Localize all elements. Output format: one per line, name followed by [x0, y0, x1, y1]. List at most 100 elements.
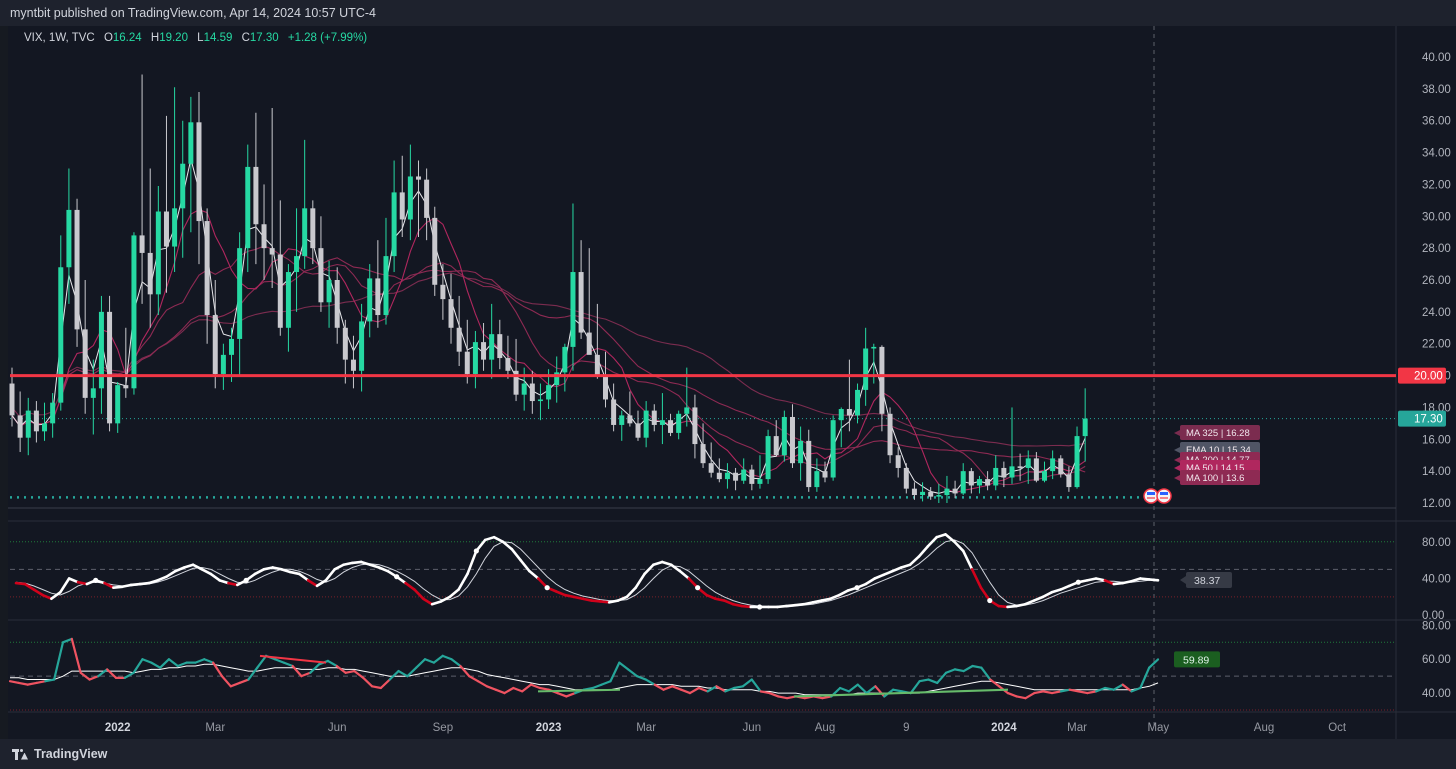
candle-body: [529, 383, 535, 402]
candle-body: [773, 436, 779, 456]
candle-body: [692, 407, 698, 445]
candle-body: [798, 440, 804, 464]
high-key: H: [150, 32, 160, 44]
stoch-cross-dot: [544, 585, 550, 591]
rsi-segment: [362, 676, 374, 688]
stoch-cross-dot: [93, 577, 99, 583]
candle-body: [188, 122, 194, 164]
candle-body: [724, 472, 730, 480]
rsi-segment: [35, 680, 47, 685]
low-key: L: [197, 32, 204, 44]
rsi-segment: [415, 658, 427, 669]
rsi-segment: [1112, 683, 1124, 691]
stoch-value-pointer: [1180, 576, 1186, 585]
stoch-main-segment: [1041, 590, 1054, 599]
rsi-value-label: 59.89: [1183, 654, 1209, 666]
candle-body: [163, 211, 169, 247]
close-value: 17.30: [249, 32, 279, 44]
rsi-segment: [300, 671, 312, 678]
rsi-segment: [680, 688, 692, 695]
candle-body: [115, 385, 121, 424]
stoch-main-segment: [811, 599, 823, 604]
candle-body: [172, 208, 178, 247]
candle-body: [285, 272, 291, 328]
candle-body: [294, 256, 300, 273]
rsi-segment: [706, 685, 718, 693]
candle-body: [383, 256, 389, 316]
candle-body: [505, 358, 511, 371]
ma-label-pointer: [1174, 430, 1180, 436]
chart-canvas[interactable]: 12.0014.0016.0018.0020.0022.0024.0026.00…: [8, 26, 1456, 739]
candle-body: [82, 329, 88, 398]
candle-body: [546, 385, 552, 400]
stoch-main-segment: [209, 572, 221, 582]
low-value: 14.59: [203, 32, 233, 44]
ma-label-pointer: [1174, 475, 1180, 481]
rsi-tick-label: 40.00: [1422, 688, 1451, 700]
stoch-main-segment: [120, 583, 133, 589]
candle-body: [928, 491, 934, 497]
stoch-main-segment: [333, 563, 345, 571]
candle-body: [822, 471, 828, 478]
rsi-segment: [777, 695, 789, 700]
candle-body: [220, 354, 226, 374]
ma-50-line: [11, 209, 1086, 494]
publisher-line: myntbit published on TradingView.com, Ap…: [10, 6, 376, 20]
rsi-segment: [918, 678, 930, 683]
last-price-label: 17.30: [1414, 414, 1443, 426]
stoch-tick-label: 80.00: [1422, 537, 1451, 549]
stoch-main-segment: [908, 555, 921, 567]
candle-body: [1025, 458, 1031, 468]
candle-body: [139, 235, 145, 253]
stoch-main-segment: [820, 597, 832, 602]
candle-body: [619, 415, 625, 425]
stoch-main-segment: [1121, 579, 1133, 585]
stoch-main-segment: [200, 568, 213, 576]
stoch-main-segment: [421, 597, 434, 606]
stoch-main-segment: [899, 563, 912, 569]
stoch-main-segment: [430, 600, 443, 606]
stoch-main-segment: [306, 579, 319, 588]
economic-event-flag-icon: [1143, 488, 1159, 504]
rsi-segment: [980, 666, 992, 681]
rsi-segment: [1024, 691, 1036, 700]
ma-label-pointer: [1174, 447, 1180, 453]
stoch-main-segment: [917, 545, 930, 558]
chart-frame[interactable]: 12.0014.0016.0018.0020.0022.0024.0026.00…: [8, 26, 1456, 739]
candle-body: [302, 208, 308, 257]
candle-body: [879, 346, 885, 414]
rsi-segment: [600, 680, 612, 686]
candle-body: [432, 217, 438, 285]
stoch-tick-label: 40.00: [1422, 574, 1451, 586]
stoch-main-segment: [1112, 581, 1124, 586]
stoch-main-segment: [1147, 578, 1160, 582]
candle-body: [472, 342, 478, 374]
time-axis-label: Jun: [328, 722, 347, 734]
rsi-segment: [26, 681, 38, 686]
candle-body: [789, 416, 795, 464]
candle-body: [416, 176, 421, 180]
candle-body: [277, 254, 283, 328]
rsi-segment: [176, 661, 188, 668]
ma-label-text: MA 100 | 13.6: [1186, 473, 1244, 484]
candle-body: [66, 209, 72, 268]
footer-bar: TradingView: [0, 739, 1456, 769]
stoch-main-segment: [138, 581, 151, 586]
candle-body: [440, 284, 446, 300]
rsi-segment: [167, 658, 179, 668]
brand-label: TradingView: [34, 747, 108, 761]
price-tick-label: 30.00: [1422, 211, 1451, 223]
rsi-segment: [256, 654, 268, 669]
stoch-main-segment: [997, 604, 1009, 609]
rsi-segment: [1042, 690, 1054, 695]
candle-body: [375, 278, 381, 316]
stoch-cross-dot: [854, 585, 860, 591]
candle-body: [1074, 436, 1080, 488]
rsi-segment: [865, 685, 877, 695]
rsi-segment: [697, 686, 709, 693]
ma-325-line: [11, 272, 1086, 447]
tradingview-logo[interactable]: TradingView: [12, 747, 107, 761]
candle-body: [570, 272, 576, 347]
stoch-main-segment: [678, 569, 691, 580]
candle-body: [17, 415, 23, 438]
